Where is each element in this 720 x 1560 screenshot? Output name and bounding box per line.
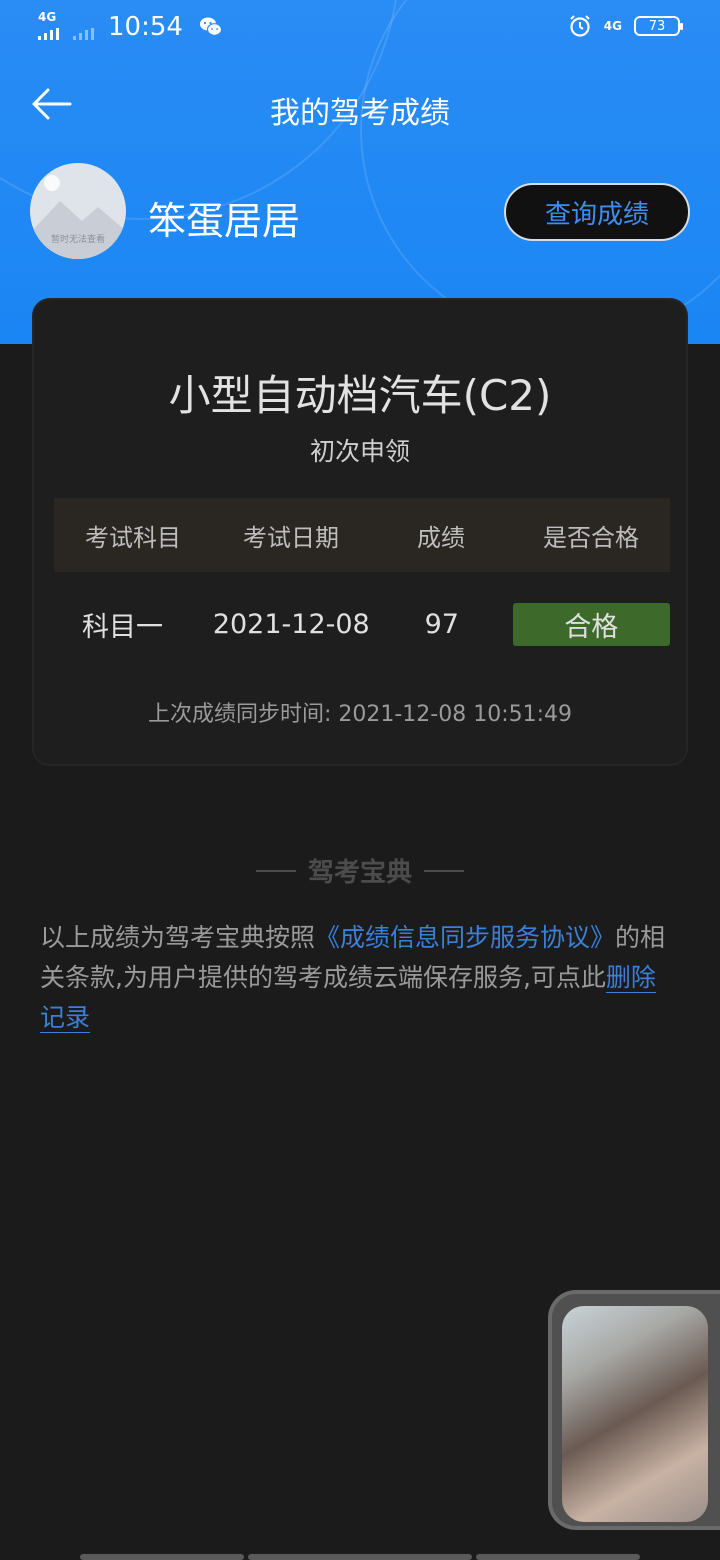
status-left: 4G 10:54 [38,10,223,42]
divider-line [255,869,296,872]
floating-video-window[interactable] [548,1290,720,1530]
signal-icon [73,14,94,40]
wechat-icon [199,17,223,36]
avatar-placeholder-text: 暂时无法查看 [50,235,105,245]
alarm-icon [570,15,590,37]
status-bar: 4G 10:54 4G 73 [0,0,720,56]
page-title: 我的驾考成绩 [270,96,450,131]
nav-bar: 我的驾考成绩 [0,76,720,136]
column-header: 考试科目 [85,523,181,552]
subject-cell: 科目一 [82,611,163,643]
date-cell: 2021-12-08 [212,608,370,640]
network-label: 4G [38,10,57,24]
divider-line [424,869,464,872]
column-header: 是否合格 [543,523,639,552]
battery-level: 73 [648,18,666,34]
notice-text: 以上成绩为驾考宝典按照《成绩信息同步服务协议》的相关条款,为用户提供的驾考成绩云… [40,918,680,1038]
bottom-tab-indicator [248,1554,472,1560]
score-cell: 97 [424,608,459,640]
bottom-tab-indicator [476,1554,640,1560]
battery-icon: 73 [634,16,683,36]
table-header: 考试科目 考试日期 成绩 是否合格 [54,498,670,572]
status-cell: 合格 [512,602,670,646]
status-right: 4G 73 [568,14,683,38]
avatar[interactable]: 暂时无法查看 [30,163,126,259]
clock: 10:54 [108,12,183,42]
column-header: 考试日期 [243,523,339,552]
pass-badge: 合格 [512,602,670,646]
network-label: 4G [603,19,622,33]
agreement-link[interactable]: 《成绩信息同步服务协议》 [315,923,615,952]
table-row: 科目一 2021-12-08 97 合格 [54,592,670,656]
brand-name: 驾考宝典 [307,858,412,888]
result-card: 小型自动档汽车(C2) 初次申领 考试科目 考试日期 成绩 是否合格 科目一 2… [32,298,688,766]
camera-feed [562,1306,708,1522]
username: 笨蛋居居 [148,199,301,243]
brand-divider: 驾考宝典 [0,852,720,889]
application-type: 初次申领 [309,437,410,466]
notice-prefix: 以上成绩为驾考宝典按照 [40,923,316,952]
query-score-button[interactable]: 查询成绩 [504,183,690,241]
column-header: 成绩 [417,523,465,552]
license-type: 小型自动档汽车(C2) [168,371,552,420]
bottom-tab-indicator [80,1554,244,1560]
sync-time: 上次成绩同步时间: 2021-12-08 10:51:49 [147,702,573,727]
